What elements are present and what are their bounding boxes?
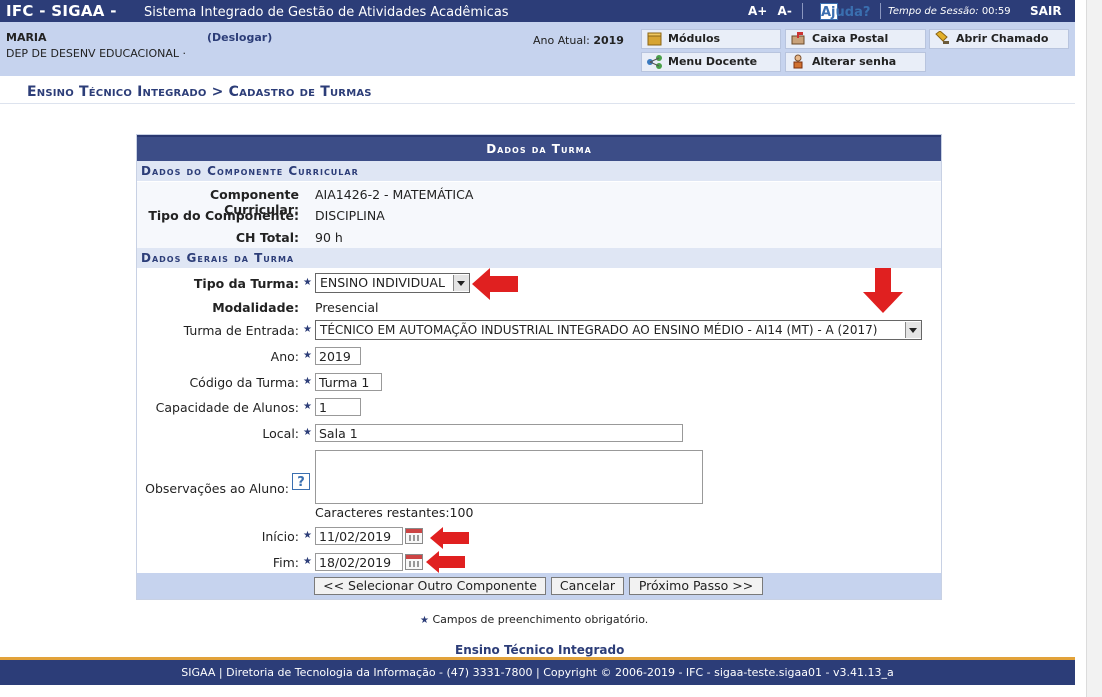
calendar-icon[interactable] <box>405 554 423 570</box>
open-ticket-label: Abrir Chamado <box>956 32 1049 45</box>
codigo-turma-label: Código da Turma: <box>189 375 299 390</box>
ano-input[interactable]: 2019 <box>315 347 361 365</box>
session-label: Tempo de Sessão: <box>888 6 979 17</box>
annotation-arrow-left-icon <box>430 527 469 549</box>
section-header-dados-gerais: Dados Gerais da Turma <box>137 248 941 268</box>
current-year: Ano Atual: 2019 <box>533 34 624 47</box>
breadcrumb: Ensino Técnico Integrado > Cadastro de T… <box>27 84 372 100</box>
cancel-button[interactable]: Cancelar <box>551 577 624 595</box>
font-decrease-button[interactable]: A- <box>778 4 792 18</box>
inicio-label: Início: <box>261 529 299 544</box>
tipo-turma-label: Tipo da Turma: <box>193 276 299 291</box>
capacidade-label: Capacidade de Alunos: <box>155 400 299 415</box>
section-header-componente: Dados do Componente Curricular <box>137 161 941 181</box>
teacher-menu-label: Menu Docente <box>668 55 758 68</box>
turma-entrada-label: Turma de Entrada: <box>183 323 299 338</box>
mailbox-label: Caixa Postal <box>812 32 889 45</box>
capacidade-input[interactable]: 1 <box>315 398 361 416</box>
modalidade-value: Presencial <box>315 300 379 315</box>
font-size-controls: A+ A- <box>748 4 792 18</box>
local-input[interactable]: Sala 1 <box>315 424 683 442</box>
required-star-icon: ★ <box>303 324 312 335</box>
logout-link[interactable]: (Deslogar) <box>207 31 272 44</box>
required-star-icon: ★ <box>303 350 312 361</box>
tipo-componente-value: DISCIPLINA <box>315 208 385 223</box>
change-password-icon <box>793 54 803 69</box>
required-star-icon: ★ <box>303 277 312 288</box>
scrollbar[interactable] <box>1086 0 1102 697</box>
session-timer: Tempo de Sessão: 00:59 <box>888 6 1011 17</box>
program-link[interactable]: Ensino Técnico Integrado <box>455 643 624 657</box>
current-year-value: 2019 <box>593 34 624 47</box>
footer: SIGAA | Diretoria de Tecnologia da Infor… <box>0 657 1075 685</box>
change-password-button[interactable]: Alterar senha <box>785 52 926 72</box>
required-star-icon: ★ <box>303 530 312 541</box>
local-label: Local: <box>262 426 299 441</box>
tipo-turma-selected: ENSINO INDIVIDUAL <box>320 275 445 290</box>
form-actions: << Selecionar Outro Componente Cancelar … <box>137 573 941 599</box>
annotation-arrow-left-icon <box>472 268 518 300</box>
next-step-button[interactable]: Próximo Passo >> <box>629 577 763 595</box>
fim-date-input[interactable]: 18/02/2019 <box>315 553 403 571</box>
annotation-arrow-down-icon <box>863 268 903 313</box>
calendar-icon[interactable] <box>405 528 423 544</box>
current-year-label: Ano Atual: <box>533 34 590 47</box>
ch-total-value: 90 h <box>315 230 343 245</box>
modules-label: Módulos <box>668 32 721 45</box>
annotation-arrow-left-icon <box>426 551 465 573</box>
logout-button[interactable]: SAIR <box>1030 4 1062 18</box>
divider <box>0 103 1075 104</box>
observacoes-label: Observações ao Aluno: <box>145 481 289 496</box>
codigo-turma-input[interactable]: Turma 1 <box>315 373 382 391</box>
user-name: MARIA <box>6 31 47 44</box>
required-star-icon: ★ <box>303 401 312 412</box>
componente-value: AIA1426-2 - MATEMÁTICA <box>315 187 474 202</box>
turma-form: Dados da Turma Dados do Componente Curri… <box>136 134 942 600</box>
inicio-date-input[interactable]: 11/02/2019 <box>315 527 403 545</box>
required-star-icon: ★ <box>303 556 312 567</box>
select-other-component-button[interactable]: << Selecionar Outro Componente <box>314 577 546 595</box>
modalidade-label: Modalidade: <box>212 300 299 315</box>
chars-remaining: Caracteres restantes:100 <box>315 505 474 520</box>
change-password-label: Alterar senha <box>812 55 897 68</box>
ano-label: Ano: <box>270 349 299 364</box>
ticket-icon <box>935 31 949 44</box>
ch-total-label: CH Total: <box>235 230 299 245</box>
turma-entrada-selected: TÉCNICO EM AUTOMAÇÃO INDUSTRIAL INTEGRAD… <box>320 323 878 337</box>
divider <box>880 3 881 19</box>
modules-button[interactable]: Módulos <box>641 29 781 49</box>
required-star-icon: ★ <box>303 427 312 438</box>
session-time: 00:59 <box>981 6 1011 17</box>
font-increase-button[interactable]: A+ <box>748 4 767 18</box>
help-icon[interactable]: ? <box>292 473 310 490</box>
chevron-down-icon[interactable] <box>453 275 469 291</box>
fim-label: Fim: <box>272 555 299 570</box>
user-department: DEP DE DESENV EDUCACIONAL · <box>6 47 187 60</box>
required-legend-text: Campos de preenchimento obrigatório. <box>432 613 649 626</box>
teacher-menu-icon <box>647 55 662 69</box>
system-name: Sistema Integrado de Gestão de Atividade… <box>144 5 509 20</box>
teacher-menu-button[interactable]: Menu Docente <box>641 52 781 72</box>
user-info-bar: MARIA (Deslogar) DEP DE DESENV EDUCACION… <box>0 22 1075 76</box>
modules-icon <box>647 32 662 46</box>
required-star-icon: ★ <box>420 615 429 626</box>
mailbox-button[interactable]: Caixa Postal <box>785 29 926 49</box>
tipo-turma-select[interactable]: ENSINO INDIVIDUAL <box>315 273 470 293</box>
turma-entrada-select[interactable]: TÉCNICO EM AUTOMAÇÃO INDUSTRIAL INTEGRAD… <box>315 320 922 340</box>
tipo-componente-label: Tipo do Componente: <box>148 208 299 223</box>
observacoes-textarea[interactable] <box>315 450 703 504</box>
chevron-down-icon[interactable] <box>905 322 921 338</box>
system-logo[interactable]: IFC - SIGAA - <box>6 2 117 20</box>
form-caption: Dados da Turma <box>137 135 941 161</box>
required-legend: ★ Campos de preenchimento obrigatório. <box>420 613 648 626</box>
divider <box>802 3 803 19</box>
help-link[interactable]: Ajuda? <box>820 3 870 20</box>
open-ticket-button[interactable]: Abrir Chamado <box>929 29 1069 49</box>
mailbox-icon <box>791 32 805 45</box>
top-bar: IFC - SIGAA - Sistema Integrado de Gestã… <box>0 0 1075 22</box>
required-star-icon: ★ <box>303 376 312 387</box>
